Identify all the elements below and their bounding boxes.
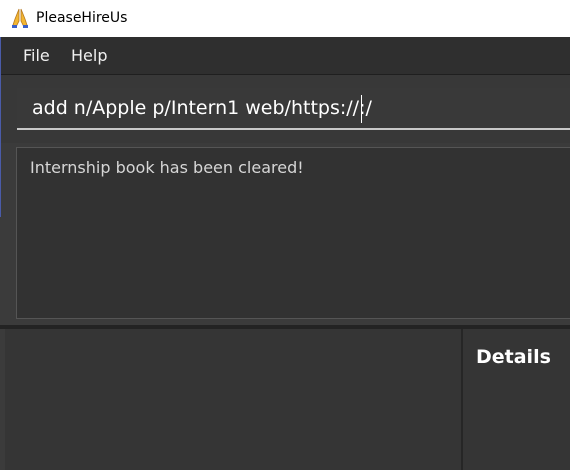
window-title: PleaseHireUs xyxy=(36,10,128,26)
praying-hands-icon xyxy=(12,8,28,28)
title-bar: PleaseHireUs xyxy=(0,0,570,37)
menu-bar: File Help xyxy=(1,37,570,75)
menu-file[interactable]: File xyxy=(23,37,50,74)
menu-help[interactable]: Help xyxy=(71,37,107,74)
details-title: Details xyxy=(476,346,551,368)
details-panel: Details xyxy=(463,329,570,470)
text-cursor xyxy=(361,95,362,123)
internship-list-panel xyxy=(5,329,461,470)
result-message: Internship book has been cleared! xyxy=(30,158,304,177)
command-input[interactable] xyxy=(17,88,570,130)
result-display: Internship book has been cleared! xyxy=(16,147,570,319)
